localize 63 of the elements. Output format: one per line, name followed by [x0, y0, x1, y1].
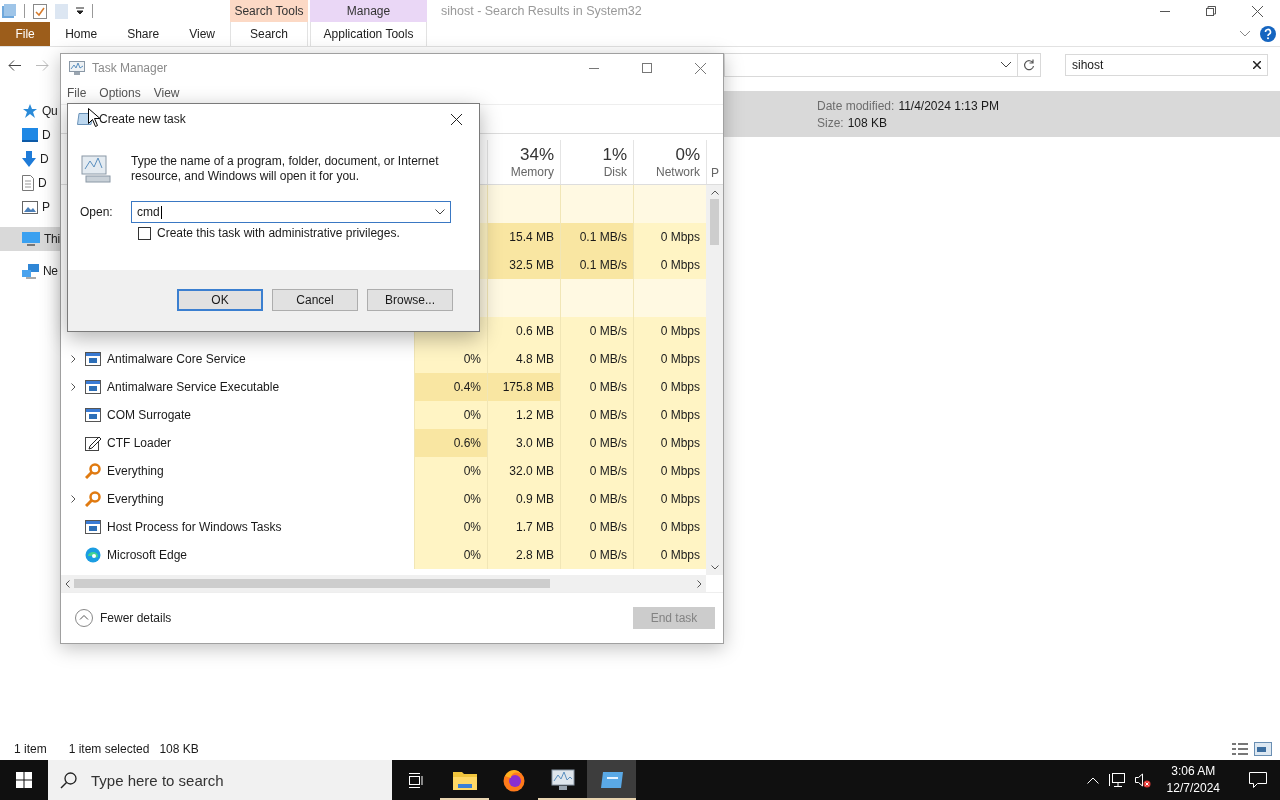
usage-cell: 0%	[414, 401, 487, 429]
status-text: 108 KB	[159, 742, 199, 756]
usage-cell: 0 MB/s	[560, 317, 633, 345]
usage-cell: 0%	[414, 541, 487, 569]
usage-cell: 0.9 MB	[487, 485, 560, 513]
usage-cell: 0 Mbps	[633, 251, 706, 279]
process-name: COM Surrogate	[107, 408, 192, 422]
usage-cell: 0 Mbps	[633, 345, 706, 373]
usage-cell: 0 Mbps	[633, 223, 706, 251]
usage-cell: 0 Mbps	[633, 401, 706, 429]
usage-cell: 0.6 MB	[487, 317, 560, 345]
usage-cell: 0 MB/s	[560, 513, 633, 541]
usage-cell: 0.1 MB/s	[560, 223, 633, 251]
usage-cell: 2.8 MB	[487, 541, 560, 569]
process-name: Everything	[107, 464, 164, 478]
usage-cell: 0 MB/s	[560, 541, 633, 569]
usage-cell: 0 Mbps	[633, 429, 706, 457]
usage-cell: 1.2 MB	[487, 401, 560, 429]
detail-value: 108 KB	[847, 115, 888, 130]
usage-cell: 3.0 MB	[487, 429, 560, 457]
usage-cell: 0 MB/s	[560, 485, 633, 513]
detail-label: Size:	[817, 115, 844, 130]
usage-cell: 15.4 MB	[487, 223, 560, 251]
usage-cell: 0 MB/s	[560, 373, 633, 401]
process-name: Microsoft Edge	[107, 548, 188, 562]
status-text: 1 item selected	[68, 742, 150, 756]
usage-cell: 0 MB/s	[560, 401, 633, 429]
dialog-message: Type the name of a program, folder, document, or Internet resource, and Windows will open it for you.	[131, 154, 440, 184]
open-label: Open:	[80, 205, 114, 219]
usage-cell: 0.1 MB/s	[560, 251, 633, 279]
window-title: sihost - Search Results in System32	[441, 3, 642, 20]
usage-cell: 0 MB/s	[560, 345, 633, 373]
usage-cell: 0.4%	[414, 373, 487, 401]
usage-cell: 0 Mbps	[633, 457, 706, 485]
usage-cell: 32.0 MB	[487, 457, 560, 485]
usage-cell: 0 Mbps	[633, 373, 706, 401]
detail-label: Date modified:	[817, 98, 895, 113]
usage-cell: 4.8 MB	[487, 345, 560, 373]
usage-cell: 32.5 MB	[487, 251, 560, 279]
usage-cell: 0%	[414, 345, 487, 373]
process-name: Host Process for Windows Tasks	[107, 520, 282, 534]
usage-cell: 0 MB/s	[560, 429, 633, 457]
usage-cell: 175.8 MB	[487, 373, 560, 401]
usage-cell: 0.6%	[414, 429, 487, 457]
usage-cell: 0 Mbps	[633, 317, 706, 345]
window-title: Task Manager	[92, 61, 169, 75]
contextual-tab-group: Search Tools	[230, 0, 308, 22]
status-text: 1 item	[14, 742, 47, 756]
process-name: Everything	[107, 492, 164, 506]
detail-value: 11/4/2024 1:13 PM	[898, 98, 999, 113]
usage-cell: 1.7 MB	[487, 513, 560, 541]
usage-cell: 0%	[414, 485, 487, 513]
contextual-tab-group: Manage	[310, 0, 427, 22]
process-name: Antimalware Service Executable	[107, 380, 280, 394]
usage-cell: 0%	[414, 457, 487, 485]
usage-cell: 0 Mbps	[633, 485, 706, 513]
usage-cell: 0%	[414, 513, 487, 541]
usage-cell: 0 MB/s	[560, 457, 633, 485]
dialog-title: Create new task	[99, 112, 187, 126]
process-name: Antimalware Core Service	[107, 352, 246, 366]
process-name: CTF Loader	[107, 436, 172, 450]
usage-cell: 0 Mbps	[633, 541, 706, 569]
usage-cell: 0 Mbps	[633, 513, 706, 541]
